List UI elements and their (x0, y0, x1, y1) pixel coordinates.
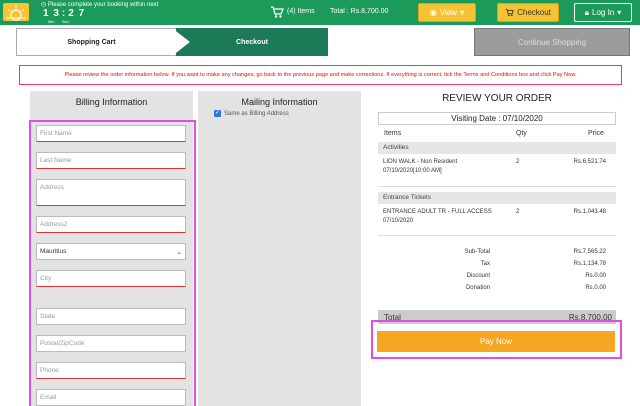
view-button[interactable]: ◉ View ▾ (418, 3, 476, 22)
divider (378, 235, 616, 236)
cart-total: Total : Rs.8,700.00 (330, 8, 389, 15)
tax-label: Tax (480, 261, 490, 267)
chevron-down-icon: ⌄ (176, 248, 182, 256)
col-items: Items (384, 130, 402, 137)
mailing-panel: Mailing Information (198, 91, 361, 406)
address-input[interactable]: Address (36, 179, 186, 206)
cart-items-count[interactable]: (4) Items (287, 8, 315, 15)
lock-icon: 🔒︎ (584, 7, 589, 17)
section-activities: Activities (378, 142, 616, 154)
sun-logo-icon[interactable] (3, 3, 29, 21)
login-button[interactable]: 🔒︎ Log In ▾ (574, 3, 632, 22)
timer-units: Min Sec (48, 19, 69, 24)
eye-icon: ◉ (429, 8, 437, 17)
step-checkout: Checkout (176, 28, 328, 56)
item-qty: 2 (516, 159, 520, 165)
cart-icon[interactable] (270, 5, 284, 19)
donation-label: Donation (465, 285, 490, 291)
billing-title: Billing Information (75, 97, 148, 107)
subtotal-label: Sub-Total (464, 249, 490, 255)
top-bar: ◷ Please complete your booking within ne… (0, 0, 640, 25)
item-lion-walk: LION WALK - Non Resident 07/10/2020[10:00… (383, 159, 458, 174)
postal-code-input[interactable]: Postal/ZipCode (36, 335, 186, 352)
countdown-timer: 1 3:2 7 (43, 8, 86, 19)
discount-value: Rs.0.00 (585, 273, 606, 279)
step-arrow (172, 28, 190, 56)
step-shopping-cart[interactable]: Shopping Cart (16, 28, 176, 56)
cart-icon (505, 8, 515, 17)
country-select[interactable]: Mauritius ⌄ (36, 243, 186, 260)
continue-shopping-button[interactable]: Continue Shopping (474, 28, 630, 56)
col-price: Price (588, 130, 604, 137)
visiting-date: Visiting Date : 07/10/2020 (378, 112, 616, 125)
item-price: Rs.1,043.48 (573, 209, 606, 215)
phone-input[interactable]: Phone (36, 362, 186, 379)
donation-value: Rs.0.00 (585, 285, 606, 291)
pay-now-button[interactable]: Pay Now (377, 331, 615, 352)
address2-input[interactable]: Address2 (36, 216, 186, 233)
same-as-billing-row[interactable]: ✓ Same as Billing Address (214, 110, 289, 117)
state-input[interactable]: State (36, 308, 186, 325)
caret-down-icon: ▾ (617, 8, 622, 17)
divider (378, 186, 616, 187)
col-qty: Qty (516, 130, 527, 137)
review-title: REVIEW YOUR ORDER (442, 93, 552, 104)
first-name-input[interactable]: First Name (36, 125, 186, 142)
caret-down-icon: ▾ (460, 8, 465, 17)
tax-value: Rs.1,134.78 (573, 261, 606, 267)
section-entrance-tickets: Entrance Tickets (378, 192, 616, 204)
subtotal-value: Rs.7,565.22 (573, 249, 606, 255)
review-notice: Please review the order information belo… (19, 65, 622, 85)
item-price: Rs.6,521.74 (573, 159, 606, 165)
checkbox-checked-icon[interactable]: ✓ (214, 110, 221, 117)
mailing-title: Mailing Information (241, 97, 318, 107)
checkout-button[interactable]: Checkout (497, 3, 559, 22)
last-name-input[interactable]: Last Name (36, 152, 186, 169)
timer-message: ◷ Please complete your booking within ne… (41, 2, 159, 8)
city-input[interactable]: City (36, 270, 186, 287)
item-qty: 2 (516, 209, 520, 215)
discount-label: Discount (466, 273, 490, 279)
email-input[interactable]: Email (36, 389, 186, 406)
item-entrance-adult: ENTRANCE ADULT TR - FULL ACCESS 07/10/202… (383, 209, 492, 224)
